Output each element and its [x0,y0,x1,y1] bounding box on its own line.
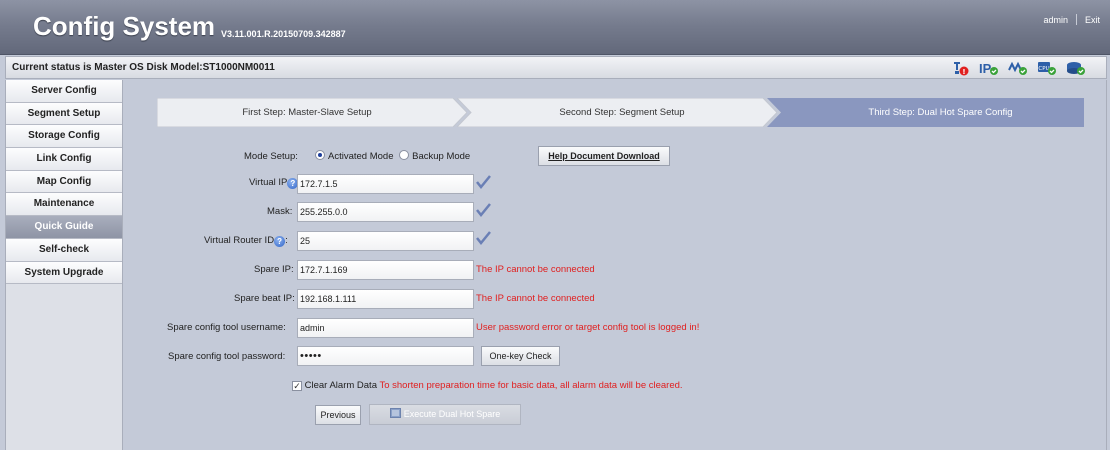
spare-username-input[interactable]: admin [297,318,474,338]
cpu-icon[interactable]: CPU [1037,60,1057,76]
sidebar-item-map-config[interactable]: Map Config [6,170,122,194]
spare-username-error: User password error or target config too… [476,322,700,333]
virtual-router-id-label-text: Virtual Router ID [204,235,275,246]
app-version: V3.11.001.R.20150709.342887 [221,29,346,39]
top-links: admin Exit [1043,14,1100,25]
radio-label: Activated Mode [328,151,394,162]
spare-username-label: Spare config tool username: [167,322,286,333]
valid-check-icon [476,231,491,245]
main-panel: First Step: Master-Slave Setup Second St… [124,80,1107,450]
spare-password-label: Spare config tool password: [168,351,286,362]
step-label: Third Step: Dual Hot Spare Config [868,107,1013,118]
spare-beat-ip-error: The IP cannot be connected [476,293,595,304]
help-icon[interactable]: ? [274,236,286,247]
svg-text:!: ! [962,68,965,76]
step-label: First Step: Master-Slave Setup [242,107,372,118]
mask-input[interactable]: 255.255.0.0 [297,202,474,222]
radio-activated-mode[interactable]: Activated Mode [315,150,394,162]
virtual-router-id-label: Virtual Router ID?: [204,235,288,247]
sidebar-item-segment-setup[interactable]: Segment Setup [6,102,122,126]
sidebar-item-storage-config[interactable]: Storage Config [6,125,122,149]
step-master-slave-setup[interactable]: First Step: Master-Slave Setup [157,98,467,127]
user-link[interactable]: admin [1043,15,1068,25]
mode-setup-label: Mode Setup: [244,151,298,162]
svg-text:CPU: CPU [1038,66,1049,72]
status-icons: ! IP CPU [952,60,1086,76]
valid-check-icon [476,203,491,217]
step-dual-hot-spare-config[interactable]: Third Step: Dual Hot Spare Config [767,98,1084,127]
execute-icon [389,408,401,418]
network-alarm-icon[interactable]: ! [952,60,970,76]
spare-beat-ip-input[interactable]: 192.168.1.111 [297,289,474,309]
one-key-check-button[interactable]: One-key Check [481,346,560,366]
wizard-steps: First Step: Master-Slave Setup Second St… [157,98,1084,127]
virtual-ip-label-text: Virtual IP [249,177,288,188]
sidebar-item-server-config[interactable]: Server Config [6,80,122,103]
valid-check-icon [476,175,491,189]
execute-label: Execute Dual Hot Spare [403,409,501,419]
sidebar-item-quick-guide[interactable]: Quick Guide [6,216,122,239]
virtual-router-id-input[interactable]: 25 [297,231,474,251]
sidebar: Server Config Segment Setup Storage Conf… [5,80,123,450]
radio-indicator [399,150,410,160]
previous-button[interactable]: Previous [315,405,361,425]
spare-beat-ip-label: Spare beat IP: [234,293,295,304]
app-title: Config System V3.11.001.R.20150709.342887 [33,11,346,42]
divider [1075,14,1077,25]
clear-alarm-label: Clear Alarm Data [304,380,377,391]
radio-label: Backup Mode [412,151,471,162]
status-bar: Current status is Master OS Disk Model:S… [5,56,1107,79]
exit-link[interactable]: Exit [1085,15,1100,25]
app-header: Config System V3.11.001.R.20150709.342887… [0,0,1110,55]
sidebar-item-system-upgrade[interactable]: System Upgrade [6,261,122,285]
spare-ip-input[interactable]: 172.7.1.169 [297,260,474,280]
svg-text:IP: IP [979,61,992,76]
mode-radio-group: Activated Mode Backup Mode [315,150,470,162]
mask-label: Mask: [267,206,293,217]
clear-alarm-note: To shorten preparation time for basic da… [379,380,683,391]
clear-alarm-row: ✓ Clear Alarm Data To shorten preparatio… [292,380,683,391]
link-status-icon[interactable] [1008,60,1028,76]
spare-ip-error: The IP cannot be connected [476,264,595,275]
radio-indicator [315,150,325,160]
ip-status-icon[interactable]: IP [979,60,999,76]
sidebar-item-maintenance[interactable]: Maintenance [6,193,122,217]
app-title-text: Config System [33,11,216,41]
spare-password-input[interactable]: ••••• [297,346,474,366]
spare-ip-label: Spare IP: [254,264,294,275]
clear-alarm-checkbox[interactable]: ✓ [292,381,302,391]
status-text: Current status is Master OS Disk Model:S… [12,62,275,73]
execute-dual-hot-spare-button[interactable]: Execute Dual Hot Spare [369,404,521,425]
radio-backup-mode[interactable]: Backup Mode [399,150,471,162]
virtual-ip-label: Virtual IP?: [249,177,301,189]
help-download-button[interactable]: Help Document Download [538,146,670,166]
sidebar-item-self-check[interactable]: Self-check [6,238,122,262]
step-label: Second Step: Segment Setup [559,107,685,118]
sidebar-item-link-config[interactable]: Link Config [6,148,122,171]
disk-icon[interactable] [1066,60,1086,76]
step-segment-setup[interactable]: Second Step: Segment Setup [457,98,777,127]
virtual-ip-input[interactable]: 172.7.1.5 [297,174,474,194]
